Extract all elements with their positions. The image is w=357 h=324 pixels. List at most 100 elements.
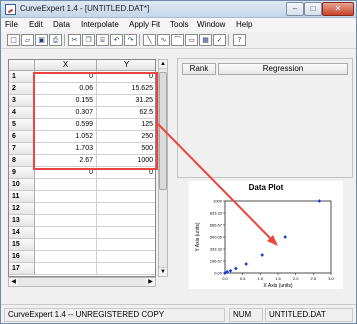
row-number[interactable]: 15: [9, 239, 35, 251]
cell-y[interactable]: [97, 203, 155, 215]
scroll-thumb[interactable]: [159, 72, 167, 190]
redo-icon[interactable]: ↷: [124, 34, 137, 46]
row-number[interactable]: 7: [9, 143, 35, 155]
menu-help[interactable]: Help: [236, 20, 252, 29]
cell-x[interactable]: 1.703: [35, 143, 97, 155]
cell-y[interactable]: 0: [97, 71, 155, 83]
row-number[interactable]: 5: [9, 119, 35, 131]
close-button[interactable]: ✕: [322, 2, 354, 16]
cell-y[interactable]: 31.25: [97, 95, 155, 107]
menu-tools[interactable]: Tools: [170, 20, 189, 29]
cell-x[interactable]: 1.052: [35, 131, 97, 143]
scroll-right-arrow-icon[interactable]: ▶: [146, 278, 155, 286]
table-row[interactable]: 5 0.599 125: [9, 119, 155, 131]
cell-y[interactable]: [97, 215, 155, 227]
menu-interpolate[interactable]: Interpolate: [81, 20, 119, 29]
row-number[interactable]: 6: [9, 131, 35, 143]
cell-x[interactable]: [35, 191, 97, 203]
row-number[interactable]: 4: [9, 107, 35, 119]
cell-x[interactable]: 0.307: [35, 107, 97, 119]
title-bar[interactable]: CurveExpert 1.4 - [UNTITLED.DAT*] – □ ✕: [1, 1, 356, 18]
cell-y[interactable]: [97, 179, 155, 191]
table-icon[interactable]: ▦: [199, 34, 212, 46]
paste-icon[interactable]: ⌸: [96, 34, 109, 46]
cell-y[interactable]: [97, 191, 155, 203]
table-row[interactable]: 15: [9, 239, 155, 251]
curve-fit-icon[interactable]: ⌒: [171, 34, 184, 46]
scroll-down-arrow-icon[interactable]: ▼: [159, 267, 167, 276]
grid-corner[interactable]: [9, 60, 35, 71]
table-row[interactable]: 100: [9, 71, 155, 83]
cell-x[interactable]: [35, 251, 97, 263]
table-row[interactable]: 6 1.052 250: [9, 131, 155, 143]
print-icon[interactable]: ⎙: [49, 34, 62, 46]
grid-horizontal-scrollbar[interactable]: ◀ ▶: [8, 277, 156, 287]
cell-y[interactable]: 62.5: [97, 107, 155, 119]
grid-vertical-scrollbar[interactable]: ▲ ▼: [158, 59, 168, 277]
row-number[interactable]: 9: [9, 167, 35, 179]
regression-results-panel[interactable]: Rank Regression: [177, 58, 353, 178]
column-header-x[interactable]: X: [35, 60, 97, 71]
cell-x[interactable]: [35, 179, 97, 191]
column-header-y[interactable]: Y: [97, 60, 155, 71]
cell-y[interactable]: [97, 251, 155, 263]
menu-file[interactable]: File: [5, 20, 18, 29]
table-row[interactable]: 7 1.703 500: [9, 143, 155, 155]
table-row[interactable]: 16: [9, 251, 155, 263]
table-row[interactable]: 3 0.155 31.25: [9, 95, 155, 107]
undo-icon[interactable]: ↶: [110, 34, 123, 46]
cell-x[interactable]: 0: [35, 167, 97, 179]
cell-y[interactable]: [97, 263, 155, 275]
row-number[interactable]: 2: [9, 83, 35, 95]
scroll-left-arrow-icon[interactable]: ◀: [9, 278, 18, 286]
cell-y[interactable]: 125: [97, 119, 155, 131]
check-icon[interactable]: ✓: [213, 34, 226, 46]
row-number[interactable]: 11: [9, 191, 35, 203]
table-row[interactable]: 10: [9, 179, 155, 191]
cell-y[interactable]: 0: [97, 167, 155, 179]
cell-y[interactable]: 500: [97, 143, 155, 155]
help-icon[interactable]: ?: [233, 34, 246, 46]
data-grid[interactable]: X Y 1 0 0 2 0.06 15.625 3 0.155 31.25 4 0.307 62.5 5…: [8, 59, 156, 277]
cut-icon[interactable]: ✂: [68, 34, 81, 46]
cell-x[interactable]: 0: [35, 71, 97, 83]
row-number[interactable]: 1: [9, 71, 35, 83]
quadratic-fit-icon[interactable]: ∿: [157, 34, 170, 46]
maximize-button[interactable]: □: [304, 2, 322, 16]
row-number[interactable]: 14: [9, 227, 35, 239]
menu-window[interactable]: Window: [197, 20, 225, 29]
linear-fit-icon[interactable]: ╲: [143, 34, 156, 46]
row-number[interactable]: 16: [9, 251, 35, 263]
row-number[interactable]: 13: [9, 215, 35, 227]
cell-x[interactable]: [35, 227, 97, 239]
data-plot-panel[interactable]: Data Plot 0.0 0.5 1.0 1.5 2.0 2.5 3.0 0.00 166.6…: [189, 181, 343, 289]
cell-x[interactable]: [35, 263, 97, 275]
cell-x[interactable]: 0.06: [35, 83, 97, 95]
cell-x[interactable]: 0.155: [35, 95, 97, 107]
table-row[interactable]: 8 2.67 1000: [9, 155, 155, 167]
data-plot-icon[interactable]: ▭: [185, 34, 198, 46]
cell-y[interactable]: 15.625: [97, 83, 155, 95]
copy-icon[interactable]: ❐: [82, 34, 95, 46]
table-row[interactable]: 11: [9, 191, 155, 203]
cell-y[interactable]: [97, 239, 155, 251]
row-number[interactable]: 17: [9, 263, 35, 275]
row-number[interactable]: 8: [9, 155, 35, 167]
menu-apply-fit[interactable]: Apply Fit: [129, 20, 160, 29]
table-row[interactable]: 17: [9, 263, 155, 275]
row-number[interactable]: 12: [9, 203, 35, 215]
table-row[interactable]: 13: [9, 215, 155, 227]
new-file-icon[interactable]: □: [7, 34, 20, 46]
cell-y[interactable]: 250: [97, 131, 155, 143]
open-folder-icon[interactable]: ▱: [21, 34, 34, 46]
scroll-up-arrow-icon[interactable]: ▲: [159, 60, 167, 69]
table-row[interactable]: 2 0.06 15.625: [9, 83, 155, 95]
cell-y[interactable]: [97, 227, 155, 239]
cell-x[interactable]: [35, 203, 97, 215]
row-number[interactable]: 10: [9, 179, 35, 191]
app-icon[interactable]: [5, 4, 16, 15]
menu-edit[interactable]: Edit: [29, 20, 43, 29]
table-row[interactable]: 900: [9, 167, 155, 179]
minimize-button[interactable]: –: [286, 2, 304, 16]
cell-x[interactable]: 0.599: [35, 119, 97, 131]
